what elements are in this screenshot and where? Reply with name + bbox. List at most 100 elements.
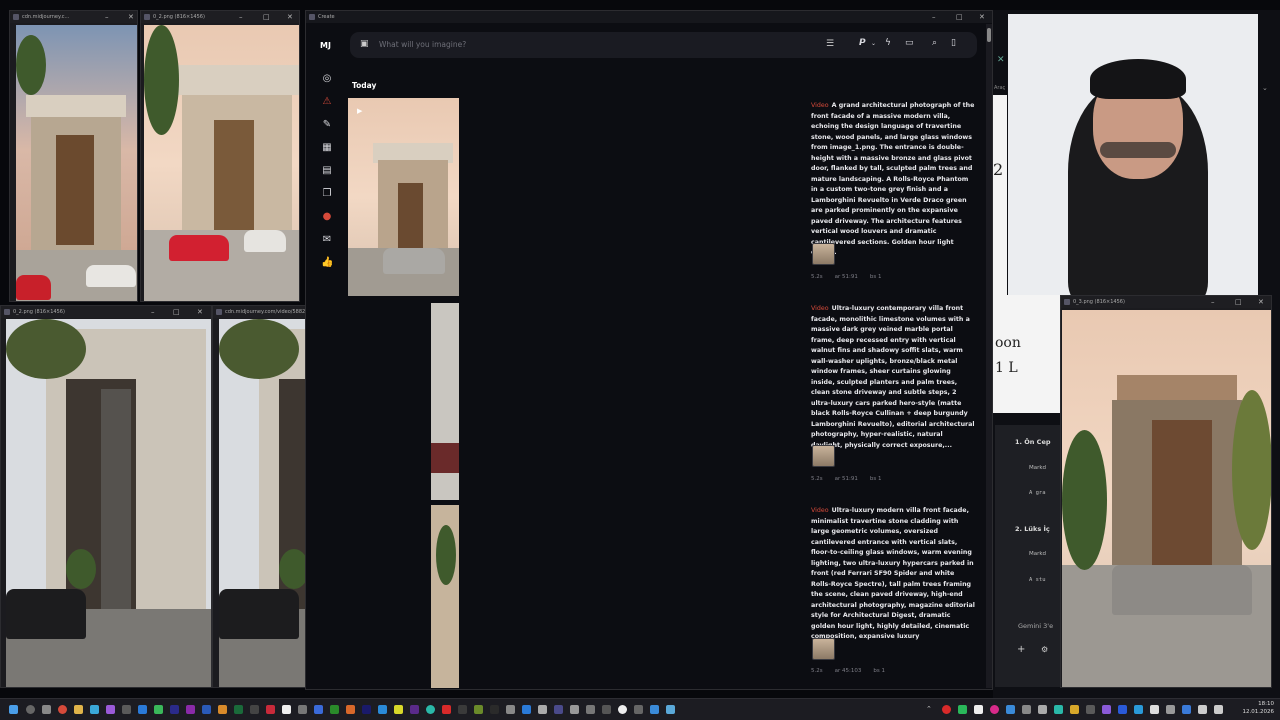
- app-icon[interactable]: [554, 705, 563, 714]
- minimize-icon[interactable]: –: [105, 11, 109, 23]
- app-icon[interactable]: [106, 705, 115, 714]
- settings-sliders-icon[interactable]: ☰: [826, 39, 834, 49]
- maximize-icon[interactable]: □: [263, 11, 270, 23]
- app-icon[interactable]: [250, 705, 259, 714]
- file-explorer-icon[interactable]: [74, 705, 83, 714]
- tray-icon[interactable]: [990, 705, 999, 714]
- video-thumbnail[interactable]: ▶: [348, 98, 459, 296]
- app-icon[interactable]: [346, 705, 355, 714]
- tray-icon[interactable]: [1118, 705, 1127, 714]
- app-icon[interactable]: [618, 705, 627, 714]
- chrome-icon[interactable]: [58, 705, 67, 714]
- tools-icon[interactable]: ⚙: [1041, 645, 1048, 654]
- app-icon[interactable]: [442, 705, 451, 714]
- chevron-down-icon[interactable]: ⌄: [871, 40, 876, 47]
- app-icon[interactable]: [282, 705, 291, 714]
- reference-image-thumbnail[interactable]: [812, 243, 835, 265]
- grid-icon[interactable]: ▦: [321, 142, 333, 154]
- maximize-icon[interactable]: □: [173, 306, 180, 318]
- meta-duration[interactable]: 5.2s: [811, 668, 823, 674]
- app-icon[interactable]: [490, 705, 499, 714]
- close-icon[interactable]: ✕: [979, 11, 985, 23]
- tray-icon[interactable]: [1134, 705, 1143, 714]
- search-icon[interactable]: [26, 705, 35, 714]
- vscode-icon[interactable]: [522, 705, 531, 714]
- app-icon[interactable]: [154, 705, 163, 714]
- minimize-icon[interactable]: –: [239, 11, 243, 23]
- app-icon[interactable]: [170, 705, 179, 714]
- minimize-icon[interactable]: –: [151, 306, 155, 318]
- chevron-down-icon[interactable]: ⌄: [1262, 84, 1268, 92]
- volume-icon[interactable]: [1214, 705, 1223, 714]
- meta-duration[interactable]: 5.2s: [811, 274, 823, 280]
- chat-icon[interactable]: ✉: [321, 234, 333, 246]
- tray-icon[interactable]: [1070, 705, 1079, 714]
- tray-icon[interactable]: [1022, 705, 1031, 714]
- tray-icon[interactable]: [1166, 705, 1175, 714]
- app-icon[interactable]: [586, 705, 595, 714]
- app-icon[interactable]: [602, 705, 611, 714]
- app-icon[interactable]: [266, 705, 275, 714]
- image-upload-icon[interactable]: ▣: [360, 39, 369, 49]
- image-window-right[interactable]: 0_3.png (816×1456) – □ ✕: [1060, 295, 1272, 688]
- reference-image-thumbnail[interactable]: [812, 638, 835, 660]
- reference-image-thumbnail[interactable]: [812, 445, 835, 467]
- tray-icon[interactable]: [958, 705, 967, 714]
- app-icon[interactable]: [650, 705, 659, 714]
- folder-icon[interactable]: ▯: [951, 38, 956, 48]
- app-icon[interactable]: [90, 705, 99, 714]
- windows-start-icon[interactable]: [9, 705, 18, 714]
- app-icon[interactable]: [538, 705, 547, 714]
- meta-aspect[interactable]: ar 45:103: [835, 668, 862, 674]
- maximize-icon[interactable]: □: [956, 11, 963, 23]
- meta-duration[interactable]: 5.2s: [811, 476, 823, 482]
- close-icon[interactable]: ✕: [1258, 296, 1264, 308]
- close-icon[interactable]: ✕: [197, 306, 203, 318]
- app-icon[interactable]: [202, 705, 211, 714]
- archive-icon[interactable]: ▤: [321, 165, 333, 177]
- scrollbar[interactable]: [986, 24, 992, 688]
- thumbs-up-icon[interactable]: 👍: [321, 257, 333, 269]
- maximize-icon[interactable]: □: [1235, 296, 1242, 308]
- image-window-top-left-1[interactable]: cdn.midjourney.c... – ✕: [9, 10, 138, 302]
- search-icon[interactable]: ⌕: [932, 38, 937, 48]
- app-icon[interactable]: [378, 705, 387, 714]
- app-icon[interactable]: [570, 705, 579, 714]
- speed-icon[interactable]: ϟ: [885, 38, 891, 48]
- image-window-bottom-left-1[interactable]: 0_2.png (816×1456) – □ ✕: [0, 305, 212, 688]
- video-thumbnail[interactable]: [431, 505, 459, 688]
- chevron-up-icon[interactable]: ⌃: [926, 705, 935, 714]
- app-icon[interactable]: [458, 705, 467, 714]
- tray-icon[interactable]: [942, 705, 951, 714]
- tray-icon[interactable]: [1102, 705, 1111, 714]
- create-icon[interactable]: ⚠: [321, 96, 333, 108]
- close-icon[interactable]: ✕: [287, 11, 293, 23]
- tray-icon[interactable]: [1150, 705, 1159, 714]
- meta-batch[interactable]: bs 1: [870, 476, 882, 482]
- prompt-item[interactable]: Video A grand architectural photograph of…: [811, 101, 976, 259]
- tray-icon[interactable]: [1086, 705, 1095, 714]
- tray-icon[interactable]: [1054, 705, 1063, 714]
- app-icon[interactable]: [298, 705, 307, 714]
- minimize-icon[interactable]: –: [932, 11, 936, 23]
- tray-icon[interactable]: [1038, 705, 1047, 714]
- app-icon[interactable]: [314, 705, 323, 714]
- window-titlebar[interactable]: Create: [306, 11, 992, 23]
- chat-bubble-icon[interactable]: ▭: [905, 38, 914, 48]
- wifi-icon[interactable]: [1198, 705, 1207, 714]
- close-icon[interactable]: ✕: [128, 11, 134, 23]
- meta-aspect[interactable]: ar 51:91: [835, 476, 858, 482]
- clock[interactable]: 18:10 12.01.2026: [1238, 701, 1275, 716]
- edge-icon[interactable]: [426, 705, 435, 714]
- tray-icon[interactable]: [974, 705, 983, 714]
- app-icon[interactable]: [362, 705, 371, 714]
- prompt-item[interactable]: Video Ultra-luxury contemporary villa fro…: [811, 304, 976, 451]
- meta-batch[interactable]: bs 1: [873, 668, 885, 674]
- window-titlebar[interactable]: 0_2.png (816×1456): [141, 11, 299, 23]
- minimize-icon[interactable]: –: [1211, 296, 1215, 308]
- copy-icon[interactable]: ❐: [321, 188, 333, 200]
- app-icon[interactable]: [410, 705, 419, 714]
- app-icon[interactable]: [234, 705, 243, 714]
- app-icon[interactable]: [474, 705, 483, 714]
- app-icon[interactable]: [218, 705, 227, 714]
